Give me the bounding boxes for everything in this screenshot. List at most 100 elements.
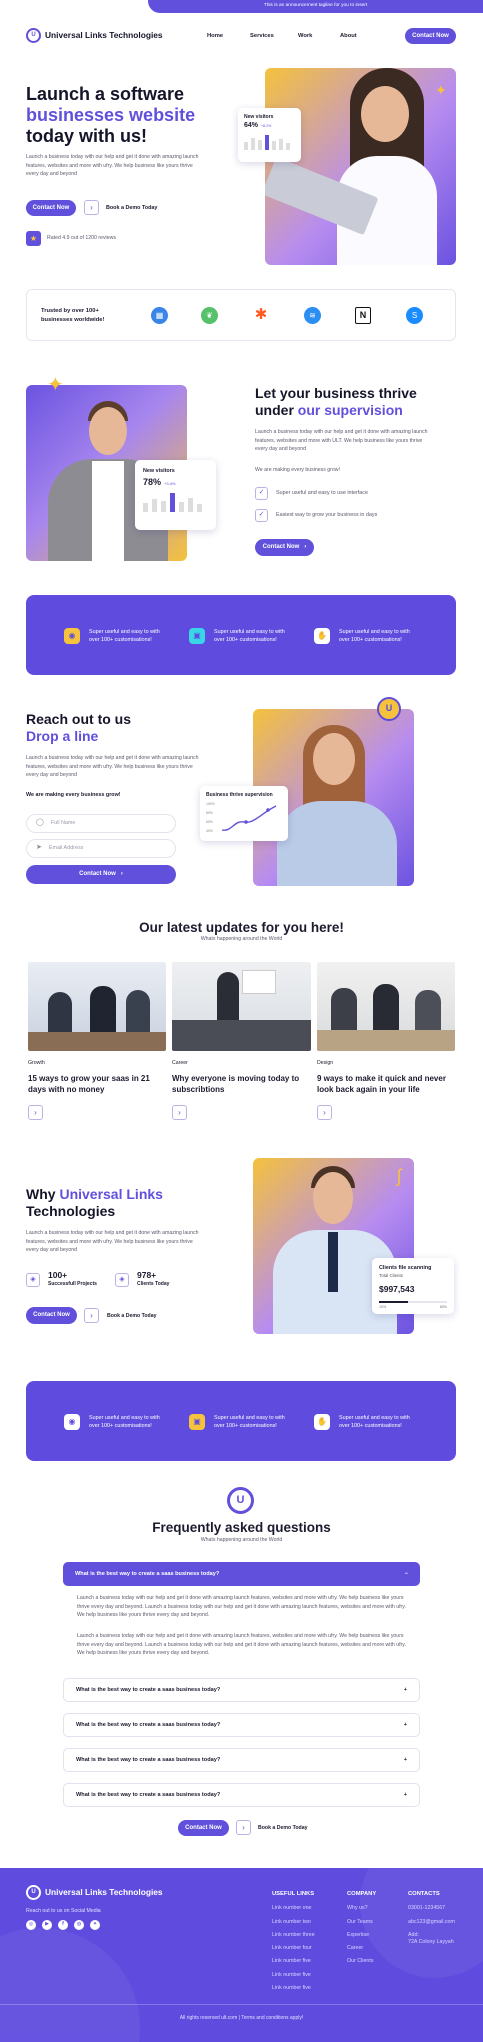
feature-line2: over 100+ customisations! (339, 1423, 402, 1430)
wave-logo-icon: ≋ (304, 307, 321, 324)
hero-card-title: New visitors (244, 114, 274, 120)
footer-link[interactable]: Expertise (347, 1932, 376, 1940)
sparkle-icon: ✦ (435, 82, 447, 98)
footer-link[interactable]: Our Teams (347, 1919, 376, 1927)
address-value: 72A Colony Layyah (408, 1939, 454, 1946)
plus-icon: + (403, 1686, 407, 1693)
nav-home[interactable]: Home (207, 32, 223, 40)
hero-contact-button[interactable]: Contact Now (26, 200, 76, 216)
clients-card-subtitle: Total Clients (379, 1272, 403, 1278)
faq-demo-play-button[interactable]: › (236, 1820, 251, 1835)
footer-link[interactable]: Our Clients (347, 1958, 376, 1966)
hero-demo-play-button[interactable]: › (84, 200, 99, 215)
chart-tick: 100% (206, 802, 215, 807)
contact-subheading: We are making every business grow! (26, 792, 121, 798)
feature-line1: Super useful and easy to with (214, 629, 285, 635)
hero-card-bars (244, 134, 295, 151)
thrive-description: Launch a business today with our help an… (255, 429, 428, 453)
faq-open-item[interactable]: What is the best way to create a saas bu… (63, 1562, 420, 1586)
contact-chart-line (221, 805, 277, 832)
why-contact-button[interactable]: Contact Now (26, 1307, 77, 1324)
thrive-card-bars (143, 492, 208, 512)
footer-link[interactable]: Career (347, 1945, 376, 1953)
contact-submit-button[interactable]: Contact Now › (26, 865, 176, 884)
faq-logo-icon: U (227, 1487, 254, 1514)
instagram-icon[interactable]: ◎ (26, 1920, 36, 1930)
blog-title-1[interactable]: 15 ways to grow your saas in 21 days wit… (28, 1074, 163, 1096)
nav-about[interactable]: About (340, 32, 357, 40)
footer-link[interactable]: Link number five (272, 1985, 315, 1993)
hero-photo: ✦ (265, 68, 456, 265)
footer-link[interactable]: Link number two (272, 1919, 315, 1927)
thrive-contact-button[interactable]: Contact Now › (255, 539, 314, 556)
footer-link[interactable]: Why us? (347, 1905, 376, 1913)
footer-link[interactable]: Link number five (272, 1972, 315, 1980)
why-demo-play-button[interactable]: › (84, 1308, 99, 1323)
footer-useful-links: USEFUL LINKS Link number one Link number… (272, 1890, 315, 1998)
feature-line2: over 100+ customisations! (89, 637, 152, 644)
youtube-icon[interactable]: ▶ (42, 1920, 52, 1930)
hand-icon: ✋ (314, 628, 330, 645)
feature-item: ▣ Super useful and easy to with over 100+… (189, 1414, 285, 1431)
footer-brand-name: Universal Links Technologies (45, 1887, 163, 1898)
dribbble-icon[interactable]: ◍ (74, 1920, 84, 1930)
thrive-sparkle-icon: ✦ (47, 374, 64, 396)
blog-image-3[interactable] (317, 962, 455, 1051)
feature-line2: over 100+ customisations! (214, 637, 277, 644)
footer-brand[interactable]: U Universal Links Technologies (26, 1885, 163, 1900)
hero-card-delta: +8.2% (261, 124, 272, 129)
brand-logo[interactable]: U Universal Links Technologies (26, 28, 163, 43)
blog-read-button-1[interactable]: › (28, 1105, 43, 1120)
blog-category-2: Career (172, 1060, 188, 1066)
send-icon: ➤ (36, 844, 42, 852)
nav-services[interactable]: Services (250, 32, 274, 40)
email-field[interactable]: ➤ Email Address (26, 839, 176, 858)
name-field[interactable]: ◯ Full Name (26, 814, 176, 833)
blog-image-2[interactable] (172, 962, 311, 1051)
footer-email[interactable]: abc123@gmail.com (408, 1919, 455, 1927)
blog-image-1[interactable] (28, 962, 166, 1051)
nav-work[interactable]: Work (298, 32, 312, 40)
faq-contact-button[interactable]: Contact Now (178, 1820, 229, 1836)
faq-item[interactable]: What is the best way to create a saas bu… (63, 1748, 420, 1772)
footer-link[interactable]: Link number four (272, 1945, 315, 1953)
hero-title: Launch a software businesses website tod… (26, 84, 195, 148)
why-title-plain: Why (26, 1186, 60, 1202)
cube-icon: ◉ (64, 628, 80, 645)
blog-read-button-2[interactable]: › (172, 1105, 187, 1120)
faq-item[interactable]: What is the best way to create a saas bu… (63, 1678, 420, 1702)
why-demo-link[interactable]: Book a Demo Today (107, 1313, 156, 1321)
faq-demo-link[interactable]: Book a Demo Today (258, 1825, 307, 1833)
footer-social-text: Reach out to us on Social Media (26, 1908, 101, 1914)
blog-title-3[interactable]: 9 ways to make it quick and never look b… (317, 1074, 457, 1096)
chevron-right-icon: › (90, 1310, 93, 1320)
hero-title-line3: today with us! (26, 126, 147, 147)
contact-submit-label: Contact Now (79, 871, 116, 878)
footer-contacts: CONTACTS 03001-1234567 abc123@gmail.com … (408, 1890, 455, 1947)
why-stat-value: 978+ (137, 1270, 157, 1280)
features-band-1: ◉ Super useful and easy to with over 100+… (26, 595, 456, 675)
chart-tick: 60% (206, 820, 213, 825)
header-contact-button[interactable]: Contact Now (405, 28, 456, 44)
feature-item: ✋ Super useful and easy to with over 100+… (314, 1414, 410, 1431)
calendar-logo-icon: ▦ (151, 307, 168, 324)
footer-link[interactable]: Link number three (272, 1932, 315, 1940)
trust-bar: Trusted by over 100+ businesses worldwid… (26, 289, 456, 341)
thrive-visitors-card: New visitors 78% +3.4% (135, 460, 216, 530)
terms-link[interactable]: Terms and conditions apply! (241, 2015, 303, 2021)
twitter-icon[interactable]: ✦ (90, 1920, 100, 1930)
footer-link[interactable]: Link number five (272, 1958, 315, 1966)
faq-item[interactable]: What is the best way to create a saas bu… (63, 1713, 420, 1737)
hero-demo-link[interactable]: Book a Demo Today (106, 205, 157, 213)
blog-read-button-3[interactable]: › (317, 1105, 332, 1120)
why-description: Launch a business today with our help an… (26, 1230, 199, 1254)
blog-title-2[interactable]: Why everyone is moving today to subscrib… (172, 1074, 309, 1096)
footer-link[interactable]: Link number one (272, 1905, 315, 1913)
logo-mark-icon: U (26, 1885, 41, 1900)
facebook-icon[interactable]: f (58, 1920, 68, 1930)
zapier-logo-icon: ✱ (254, 306, 268, 324)
footer-phone[interactable]: 03001-1234567 (408, 1905, 455, 1913)
faq-item[interactable]: What is the best way to create a saas bu… (63, 1783, 420, 1807)
hero-description: Launch a business today with our help an… (26, 154, 199, 178)
plus-icon: + (403, 1756, 407, 1763)
